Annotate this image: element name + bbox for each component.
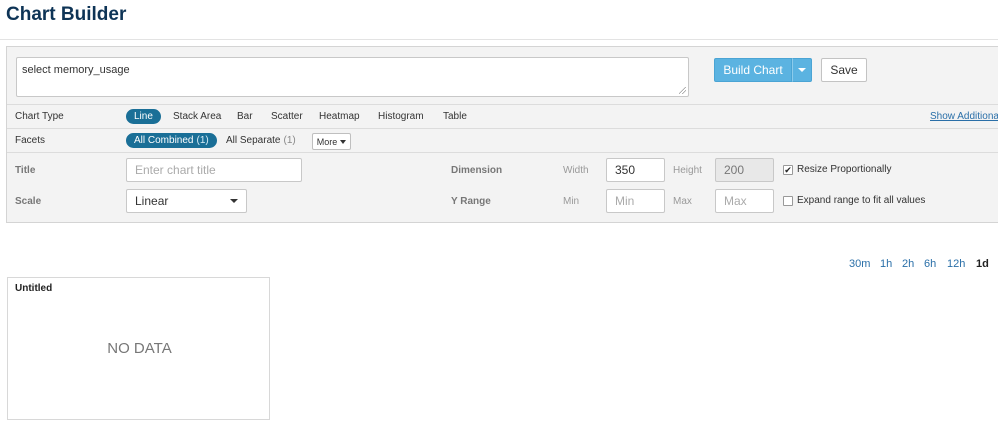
width-input[interactable]: 350 xyxy=(606,158,665,182)
facet-all-separate-count: (1) xyxy=(283,135,296,146)
max-label: Max xyxy=(673,196,692,207)
chart-type-row: Chart Type Line Stack Area Bar Scatter H… xyxy=(7,104,998,128)
save-button[interactable]: Save xyxy=(821,58,867,82)
query-input[interactable]: select memory_usage xyxy=(16,57,689,97)
chart-type-heatmap[interactable]: Heatmap xyxy=(311,109,368,124)
y-min-input[interactable]: Min xyxy=(606,189,665,213)
chevron-down-icon xyxy=(340,139,347,144)
scale-select[interactable]: Linear xyxy=(126,189,247,213)
scale-select-value: Linear xyxy=(135,194,169,208)
expand-range-label: Expand range to fit all values xyxy=(797,195,926,206)
title-divider xyxy=(0,39,998,40)
chart-type-stack-area[interactable]: Stack Area xyxy=(165,109,229,124)
check-icon: ✔ xyxy=(784,164,792,175)
show-additional-link[interactable]: Show Additiona xyxy=(930,111,998,122)
chart-type-line[interactable]: Line xyxy=(126,109,161,124)
more-button-label: More xyxy=(316,136,338,147)
time-range-30m[interactable]: 30m xyxy=(849,258,870,270)
time-range-1h[interactable]: 1h xyxy=(880,258,892,270)
width-label: Width xyxy=(563,165,589,176)
page-title: Chart Builder xyxy=(6,4,127,25)
height-input: 200 xyxy=(715,158,774,182)
expand-range-checkbox[interactable] xyxy=(783,196,793,206)
resize-proportionally-checkbox[interactable]: ✔ xyxy=(783,165,793,175)
more-button[interactable]: More xyxy=(312,133,351,150)
y-range-label: Y Range xyxy=(451,196,491,207)
build-chart-dropdown-button[interactable] xyxy=(792,58,812,82)
time-range-2h[interactable]: 2h xyxy=(902,258,914,270)
query-text: select memory_usage xyxy=(22,64,130,76)
resize-grip-icon[interactable] xyxy=(679,87,686,94)
chart-preview: Untitled NO DATA xyxy=(7,277,270,420)
y-max-input[interactable]: Max xyxy=(715,189,774,213)
facets-label: Facets xyxy=(15,135,46,146)
chart-type-bar[interactable]: Bar xyxy=(229,109,261,124)
chart-type-histogram[interactable]: Histogram xyxy=(370,109,432,124)
chevron-down-icon xyxy=(798,68,806,72)
chevron-down-icon xyxy=(230,199,238,203)
facet-all-combined-count: (1) xyxy=(196,135,209,146)
resize-proportionally-label: Resize Proportionally xyxy=(797,164,892,175)
facet-all-separate-label: All Separate xyxy=(226,135,281,146)
build-chart-button[interactable]: Build Chart xyxy=(714,58,792,82)
facet-all-combined-label: All Combined xyxy=(134,135,194,146)
chart-type-scatter[interactable]: Scatter xyxy=(263,109,311,124)
chart-settings: Title Enter chart title Dimension Width … xyxy=(7,152,998,224)
chart-builder-panel: select memory_usage Build Chart Save Cha… xyxy=(6,46,998,223)
time-range-12h[interactable]: 12h xyxy=(947,258,965,270)
time-range-selector: 30m 1h 2h 6h 12h 1d xyxy=(0,258,998,272)
chart-type-table[interactable]: Table xyxy=(435,109,475,124)
chart-title: Untitled xyxy=(15,283,53,294)
chart-type-label: Chart Type xyxy=(15,111,64,122)
time-range-6h[interactable]: 6h xyxy=(924,258,936,270)
facet-all-combined[interactable]: All Combined (1) xyxy=(126,133,217,148)
no-data-message: NO DATA xyxy=(107,340,172,357)
min-label: Min xyxy=(563,196,580,207)
scale-label: Scale xyxy=(15,196,42,207)
facets-row: Facets All Combined (1) All Separate (1)… xyxy=(7,128,998,152)
title-label: Title xyxy=(15,165,36,176)
facet-all-separate[interactable]: All Separate (1) xyxy=(218,133,304,148)
height-label: Height xyxy=(673,165,702,176)
chart-title-input[interactable]: Enter chart title xyxy=(126,158,302,182)
time-range-1d[interactable]: 1d xyxy=(976,258,989,270)
dimension-label: Dimension xyxy=(451,165,503,176)
